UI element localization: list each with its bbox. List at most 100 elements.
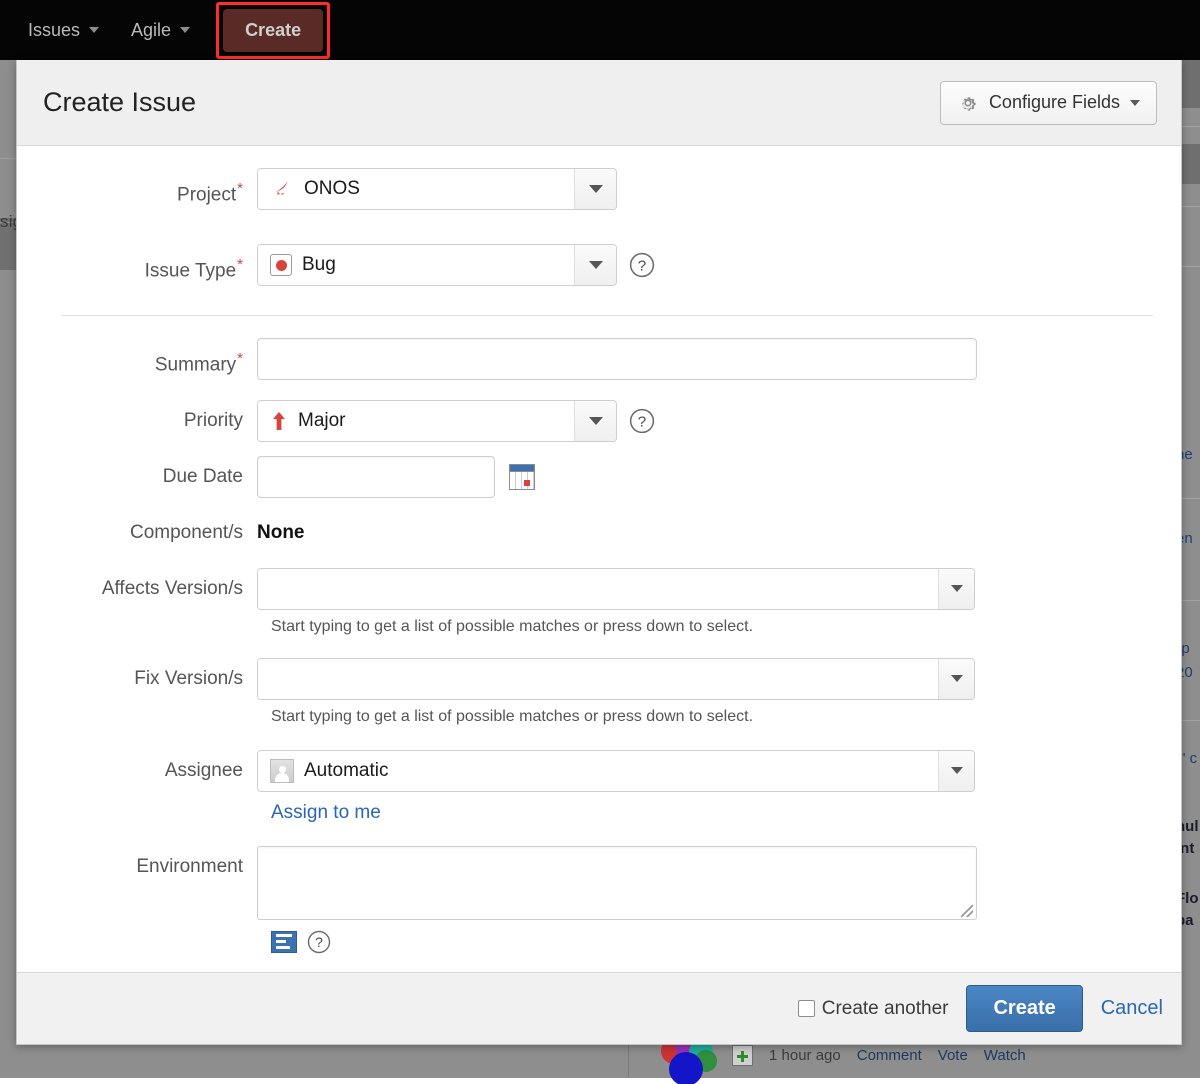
add-plus-icon xyxy=(732,1045,753,1066)
project-select[interactable]: ONOS xyxy=(257,168,617,210)
help-icon[interactable]: ? xyxy=(629,252,655,278)
fix-versions-arrow[interactable] xyxy=(938,659,974,699)
project-select-value-wrap: ONOS xyxy=(258,169,574,209)
create-button[interactable]: Create xyxy=(966,985,1082,1032)
configure-fields-button[interactable]: Configure Fields xyxy=(940,81,1157,125)
avatar-icon xyxy=(270,759,294,783)
bug-icon xyxy=(270,254,292,276)
watch-link[interactable]: Watch xyxy=(984,1047,1026,1064)
resize-grip-icon[interactable] xyxy=(961,905,973,917)
components-control: None xyxy=(257,512,1181,554)
assignee-value: Automatic xyxy=(304,760,388,782)
priority-major-arrow-icon xyxy=(270,410,288,432)
wiki-markup-icon[interactable] xyxy=(271,931,297,953)
field-row-environment: Environment xyxy=(17,846,1181,920)
create-another-checkbox-wrap[interactable]: Create another xyxy=(798,998,949,1020)
fix-versions-select[interactable] xyxy=(257,658,975,700)
create-issue-nav-button[interactable]: Create xyxy=(223,9,323,52)
summary-control xyxy=(257,338,1181,380)
issue-type-select-value: Bug xyxy=(302,254,336,276)
due-date-input[interactable] xyxy=(257,456,495,498)
field-row-due-date: Due Date xyxy=(17,456,1181,498)
affects-versions-arrow[interactable] xyxy=(938,569,974,609)
issue-type-select-arrow[interactable] xyxy=(574,245,616,285)
project-select-arrow[interactable] xyxy=(574,169,616,209)
fix-versions-control xyxy=(257,658,1181,700)
priority-select[interactable]: Major xyxy=(257,400,617,442)
affects-versions-value-wrap[interactable] xyxy=(258,569,938,609)
field-row-priority: Priority Major ? xyxy=(17,400,1181,442)
chevron-down-icon xyxy=(951,767,963,774)
assignee-select[interactable]: Automatic xyxy=(257,750,975,792)
project-label-text: Project xyxy=(177,184,236,205)
field-row-issue-type: Issue Type* Bug ? xyxy=(17,244,1181,292)
priority-select-arrow[interactable] xyxy=(574,401,616,441)
field-row-project: Project* ONOS xyxy=(17,168,1181,216)
comment-link[interactable]: Comment xyxy=(857,1047,922,1064)
assignee-control: Automatic xyxy=(257,750,1181,792)
calendar-icon[interactable] xyxy=(509,464,535,490)
due-date-label-text: Due Date xyxy=(163,466,243,487)
chevron-down-icon xyxy=(1130,100,1140,106)
fix-versions-hint: Start typing to get a list of possible m… xyxy=(271,708,1181,726)
required-asterisk: * xyxy=(237,180,243,197)
affects-versions-select[interactable] xyxy=(257,568,975,610)
cancel-link[interactable]: Cancel xyxy=(1101,997,1163,1020)
create-issue-dialog: Create Issue Configure Fields Project* xyxy=(16,60,1182,1045)
nav-items: Issues Agile Create xyxy=(0,0,1200,60)
components-label: Component/s xyxy=(17,512,257,554)
assign-to-me-link[interactable]: Assign to me xyxy=(271,802,381,823)
chevron-down-icon xyxy=(89,27,99,33)
assignee-label-text: Assignee xyxy=(165,760,243,781)
summary-label-text: Summary xyxy=(155,354,236,375)
summary-label: Summary* xyxy=(17,338,257,386)
gear-icon xyxy=(957,92,979,114)
create-another-checkbox[interactable] xyxy=(798,1000,815,1017)
assignee-label: Assignee xyxy=(17,750,257,792)
chevron-down-icon xyxy=(951,675,963,682)
help-icon[interactable]: ? xyxy=(629,408,655,434)
affects-versions-label: Affects Version/s xyxy=(17,568,257,610)
nav-item-agile[interactable]: Agile xyxy=(115,0,206,60)
chevron-down-icon xyxy=(180,27,190,33)
fix-versions-value-wrap[interactable] xyxy=(258,659,938,699)
nav-item-issues[interactable]: Issues xyxy=(12,0,115,60)
components-value: None xyxy=(257,512,305,554)
environment-textarea-wrap[interactable] xyxy=(257,846,977,920)
components-label-text: Component/s xyxy=(130,522,243,543)
dialog-footer: Create another Create Cancel xyxy=(17,972,1181,1044)
nav-item-label: Issues xyxy=(28,20,80,41)
issue-type-select[interactable]: Bug xyxy=(257,244,617,286)
vote-link[interactable]: Vote xyxy=(938,1047,968,1064)
project-label: Project* xyxy=(17,168,257,216)
summary-input[interactable] xyxy=(257,338,977,380)
priority-select-value-wrap: Major xyxy=(258,401,574,441)
fix-versions-label: Fix Version/s xyxy=(17,658,257,700)
svg-text:?: ? xyxy=(315,934,323,950)
dialog-header: Create Issue Configure Fields xyxy=(17,60,1181,146)
svg-text:?: ? xyxy=(638,413,646,430)
nav-item-label: Agile xyxy=(131,20,171,41)
assignee-value-wrap: Automatic xyxy=(258,751,938,791)
issue-type-label: Issue Type* xyxy=(17,244,257,292)
issue-type-select-value-wrap: Bug xyxy=(258,245,574,285)
assignee-select-arrow[interactable] xyxy=(938,751,974,791)
field-row-affects-versions: Affects Version/s xyxy=(17,568,1181,610)
onos-project-icon xyxy=(270,177,294,201)
help-icon[interactable]: ? xyxy=(307,930,331,954)
affects-versions-control xyxy=(257,568,1181,610)
project-select-value: ONOS xyxy=(304,178,360,200)
priority-label-text: Priority xyxy=(184,410,243,431)
section-divider xyxy=(61,315,1153,316)
chevron-down-icon xyxy=(589,417,603,425)
top-navigation-bar: Issues Agile Create xyxy=(0,0,1200,60)
create-another-label: Create another xyxy=(822,998,949,1020)
due-date-label: Due Date xyxy=(17,456,257,498)
environment-label: Environment xyxy=(17,846,257,888)
priority-select-value: Major xyxy=(298,410,346,432)
due-date-control xyxy=(257,456,1181,498)
dialog-body: Project* ONOS xyxy=(17,146,1181,972)
affects-versions-hint: Start typing to get a list of possible m… xyxy=(271,618,1181,636)
field-row-fix-versions: Fix Version/s xyxy=(17,658,1181,700)
project-control: ONOS xyxy=(257,168,1181,210)
